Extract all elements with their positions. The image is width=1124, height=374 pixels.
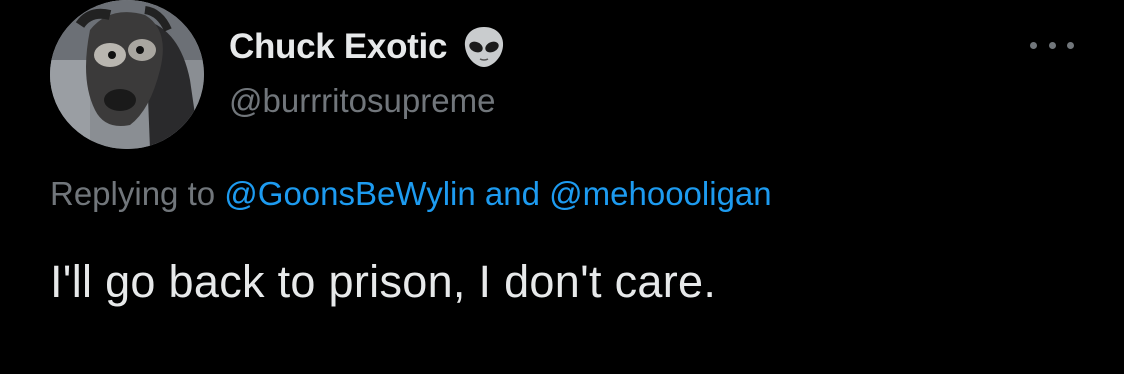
more-dot <box>1030 41 1037 49</box>
author-name-row: Chuck Exotic <box>229 22 507 72</box>
mention-link-1[interactable]: @GoonsBeWylin <box>224 175 475 212</box>
mention-joiner: and <box>484 175 540 212</box>
author-display-name[interactable]: Chuck Exotic <box>229 27 447 67</box>
replying-to-label: Replying to <box>50 175 216 212</box>
more-options-icon[interactable] <box>1030 34 1074 56</box>
mention-link-2[interactable]: @mehoooligan <box>549 175 771 212</box>
alien-emoji-icon <box>465 27 504 67</box>
author-handle[interactable]: @burrritosupreme <box>229 82 495 120</box>
author-avatar[interactable] <box>50 0 204 149</box>
tweet-text: I'll go back to prison, I don't care. <box>50 256 717 307</box>
more-dot <box>1048 41 1056 49</box>
more-dot <box>1067 41 1074 49</box>
tweet-card: Chuck Exotic @burrritosupreme Replying t… <box>0 0 1124 374</box>
replying-to-line: Replying to @GoonsBeWylin and @mehooolig… <box>50 175 772 213</box>
dog-avatar-image <box>50 0 204 149</box>
